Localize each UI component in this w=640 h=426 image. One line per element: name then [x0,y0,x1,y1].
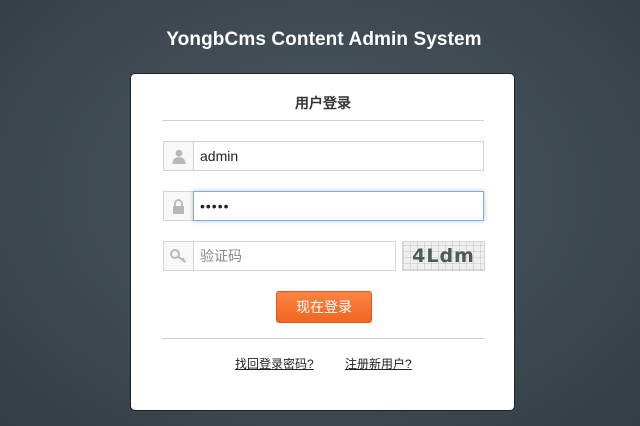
password-input[interactable] [193,191,484,221]
captcha-input[interactable] [193,241,396,271]
login-heading: 用户登录 [295,95,351,111]
password-row [163,191,484,221]
key-icon [163,241,193,271]
register-link[interactable]: 注册新用户? [345,355,412,372]
username-row [163,141,484,171]
captcha-row [163,241,396,271]
footer-divider [162,338,484,339]
forgot-password-link[interactable]: 找回登录密码? [235,355,314,372]
user-icon [163,141,193,171]
login-button[interactable]: 现在登录 [276,291,372,323]
app-title: YongbCms Content Admin System [166,29,482,50]
username-input[interactable] [193,141,484,171]
heading-divider [162,120,484,121]
lock-icon [163,191,193,221]
captcha-image[interactable]: 4Ldm [402,241,485,271]
login-panel: 用户登录 4Ldm 现在登录 [130,73,515,411]
